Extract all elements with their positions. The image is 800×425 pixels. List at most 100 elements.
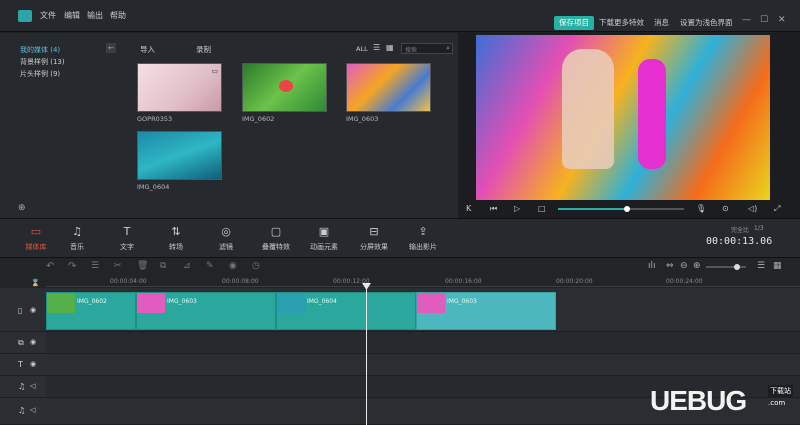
zoom-out-icon[interactable]: ⊖ xyxy=(680,261,688,271)
light-theme-link[interactable]: 设置为浅色界面 xyxy=(680,17,733,28)
tool-music[interactable]: ♫ 音乐 xyxy=(57,225,97,252)
visibility-icon[interactable]: ◉ xyxy=(30,306,36,314)
stop-icon[interactable]: □ xyxy=(538,204,546,213)
fit-icon[interactable]: ⇔ xyxy=(666,261,674,271)
visibility-icon[interactable]: ◉ xyxy=(30,360,36,368)
timeline-clip[interactable]: IMG_0603 xyxy=(416,292,556,330)
camera-icon: ▭ xyxy=(211,67,218,75)
snapshot-icon[interactable]: ⊙ xyxy=(722,204,729,213)
delete-icon[interactable]: 🗑 xyxy=(137,261,148,271)
menu-help[interactable]: 帮助 xyxy=(110,10,126,21)
color-icon[interactable]: ✎ xyxy=(206,261,214,271)
minimize-icon[interactable]: — xyxy=(742,15,751,25)
music-track-header[interactable]: ♫ ◁ xyxy=(0,376,46,398)
step-back-icon[interactable]: ⏮ xyxy=(490,204,497,214)
playhead-line[interactable] xyxy=(366,284,367,425)
tool-export[interactable]: ⇪ 输出影片 xyxy=(403,225,443,252)
music-track-2-header[interactable]: ♫ ◁ xyxy=(0,398,46,425)
title-bar: 文件 编辑 输出 帮助 保存项目 下载更多特效 消息 设置为浅色界面 — ☐ ✕ xyxy=(0,0,800,32)
crop-icon[interactable]: ⧉ xyxy=(160,261,166,271)
timeline-clip[interactable]: IMG_0602 xyxy=(46,292,136,330)
tilt-icon[interactable]: ⊿ xyxy=(183,261,191,271)
visibility-icon[interactable]: ◉ xyxy=(30,338,36,346)
adjust-icon[interactable]: ☰ xyxy=(91,261,99,271)
speaker-icon[interactable]: ◁ xyxy=(30,382,35,390)
menu-edit[interactable]: 编辑 xyxy=(64,10,80,21)
pip-track-header[interactable]: ⧉ ◉ xyxy=(0,332,46,354)
preview-skateboard-image xyxy=(638,59,666,169)
more-effects-link[interactable]: 下载更多特效 xyxy=(599,17,644,28)
watermark-brand: UEBUG xyxy=(650,385,747,416)
media-thumb-img0602[interactable] xyxy=(242,63,327,112)
zoom-in-icon[interactable]: ⊕ xyxy=(693,261,701,271)
search-icon: ⌕ xyxy=(446,44,450,52)
preview-progress[interactable] xyxy=(558,206,684,212)
tool-transition[interactable]: ⇅ 转场 xyxy=(156,225,196,252)
zoom-slider[interactable] xyxy=(706,264,746,270)
undo-icon[interactable]: ↶ xyxy=(46,261,54,272)
library-item-titles[interactable]: 片头样例 (9) xyxy=(20,69,60,79)
audio-mixer-icon[interactable]: ılı xyxy=(648,261,656,271)
menu-export[interactable]: 输出 xyxy=(87,10,103,21)
preview-video-frame xyxy=(476,35,770,200)
cut-icon[interactable]: ✂ xyxy=(114,261,122,271)
close-icon[interactable]: ✕ xyxy=(778,15,786,25)
list-view-icon[interactable]: ☰ xyxy=(373,43,380,52)
text-track-header[interactable]: T ◉ xyxy=(0,354,46,376)
microphone-icon[interactable]: 🎙 xyxy=(696,204,706,213)
text-icon: T xyxy=(123,225,131,238)
timeline-clip[interactable]: IMG_0604 xyxy=(276,292,416,330)
search-placeholder: 搜索 xyxy=(405,47,418,54)
library-item-backgrounds[interactable]: 背景样例 (13) xyxy=(20,57,65,67)
track-manager-icon[interactable]: ☰ xyxy=(757,261,765,271)
media-thumb-gopr0353[interactable]: ▭ xyxy=(137,63,222,112)
pip-lane[interactable] xyxy=(46,332,800,354)
redo-icon[interactable]: ↷ xyxy=(68,261,76,272)
media-thumb-img0603[interactable] xyxy=(346,63,431,112)
media-name-img0604: IMG_0604 xyxy=(137,183,170,191)
snap-icon[interactable]: ⌛ xyxy=(31,279,40,287)
clip-label: IMG_0604 xyxy=(307,298,337,305)
collapse-icon[interactable]: ← xyxy=(106,43,116,53)
tool-media[interactable]: ▭ 媒体库 xyxy=(16,225,56,252)
preview-person-image xyxy=(562,49,614,169)
filter-all[interactable]: ALL xyxy=(356,45,368,53)
messages-link[interactable]: 消息 xyxy=(654,17,669,28)
save-project-button[interactable]: 保存项目 xyxy=(554,16,594,30)
speaker-icon[interactable]: ◁ xyxy=(30,406,35,414)
library-item-my-media[interactable]: 我的媒体 (4) xyxy=(20,45,60,55)
tool-split-screen[interactable]: ⊟ 分屏效果 xyxy=(354,225,394,252)
text-track-icon: T xyxy=(18,360,23,369)
timeline-toolbar: ↶ ↷ ☰ ✂ 🗑 ⧉ ⊿ ✎ ◉ ◷ ılı ⇔ ⊖ ⊕ ☰ ▦ ⌛ 00:0… xyxy=(0,258,800,288)
play-icon[interactable]: ▷ xyxy=(514,204,520,213)
import-dropdown[interactable]: 导入 xyxy=(140,44,155,55)
prev-frame-icon[interactable]: K xyxy=(466,204,471,213)
media-thumb-img0604[interactable] xyxy=(137,131,222,180)
add-folder-icon[interactable]: ⊕ xyxy=(18,203,26,213)
preview-progress-knob[interactable] xyxy=(624,206,631,212)
volume-icon[interactable]: ◁) xyxy=(748,204,757,213)
video-lane[interactable]: IMG_0602 IMG_0603 IMG_0604 IMG_0603 xyxy=(46,288,800,332)
video-track-header[interactable]: ▯ ◉ xyxy=(0,288,46,332)
record-dropdown[interactable]: 录制 xyxy=(196,44,211,55)
ratio-label: 完全比 xyxy=(731,227,750,234)
fullscreen-icon[interactable]: ⤢ xyxy=(774,204,780,214)
greenscreen-icon[interactable]: ◉ xyxy=(229,261,237,271)
grid-view-icon[interactable]: ▦ xyxy=(386,43,394,52)
tool-filter[interactable]: ◎ 滤镜 xyxy=(206,225,246,252)
zoom-slider-knob[interactable] xyxy=(734,264,740,270)
maximize-icon[interactable]: ☐ xyxy=(760,15,768,25)
menu-file[interactable]: 文件 xyxy=(40,10,56,21)
grid-layout-icon[interactable]: ▦ xyxy=(773,261,782,271)
elements-icon: ▣ xyxy=(318,225,330,238)
tool-elements[interactable]: ▣ 动画元素 xyxy=(304,225,344,252)
timeline-clip[interactable]: IMG_0603 xyxy=(136,292,276,330)
tool-overlay[interactable]: ▢ 叠覆特效 xyxy=(256,225,296,252)
text-lane[interactable] xyxy=(46,354,800,376)
tool-text[interactable]: T 文字 xyxy=(107,225,147,252)
clip-label: IMG_0603 xyxy=(167,298,197,305)
search-box[interactable]: 搜索 ⌕ xyxy=(401,43,453,54)
speed-icon[interactable]: ◷ xyxy=(252,261,260,271)
filter-icon: ◎ xyxy=(221,225,231,238)
media-name-img0602: IMG_0602 xyxy=(242,115,275,123)
